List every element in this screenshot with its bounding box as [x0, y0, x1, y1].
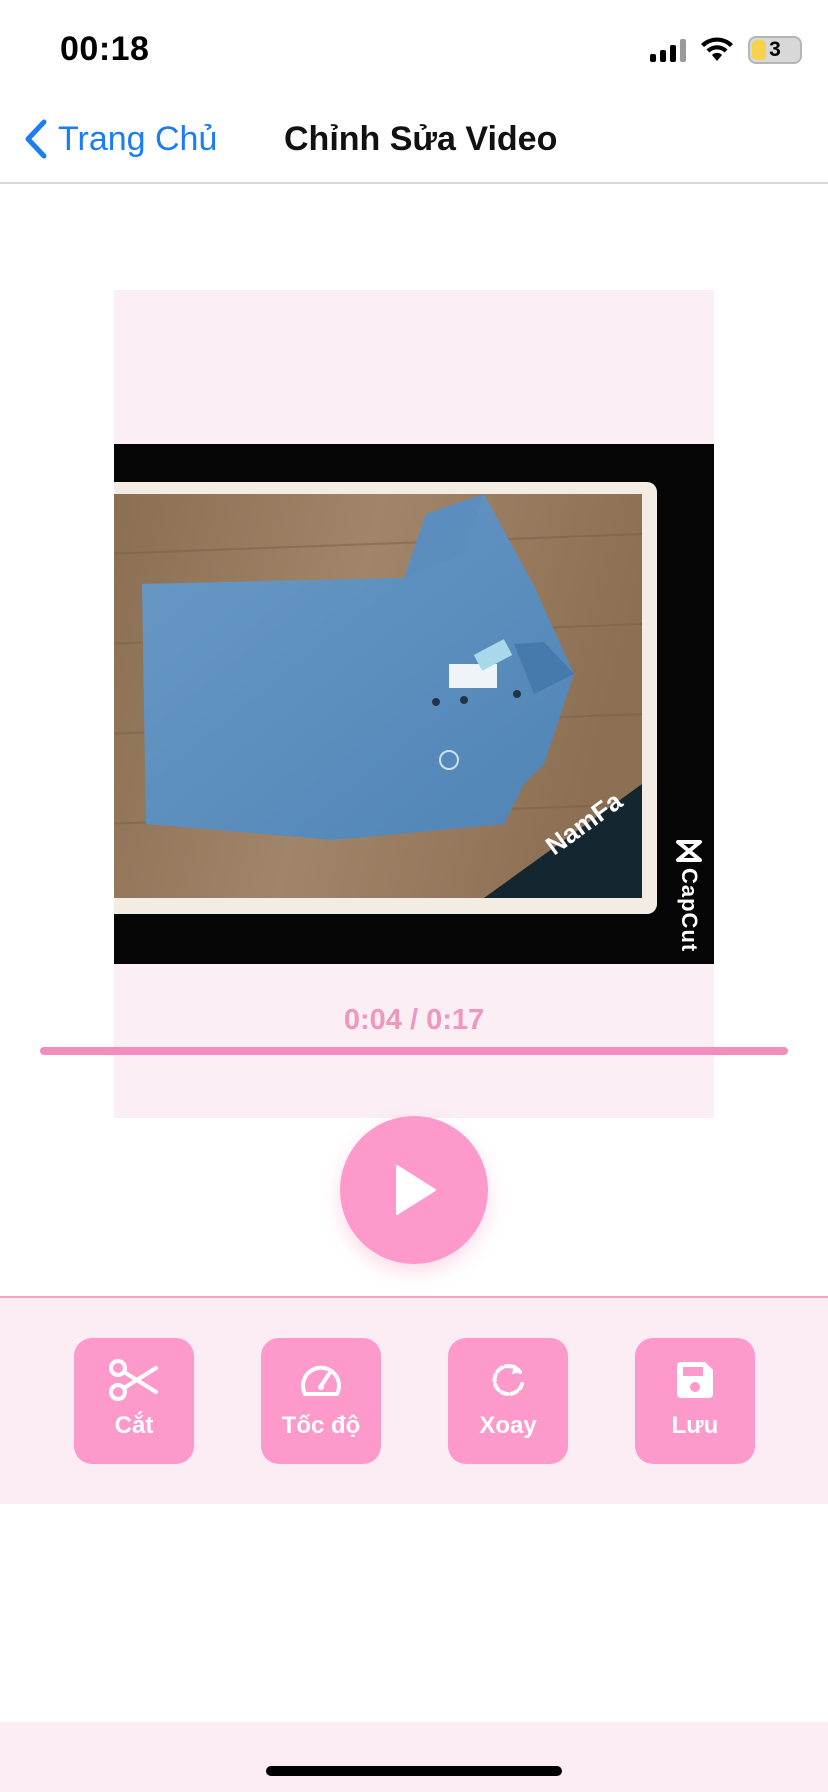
capcut-watermark: CapCut	[669, 838, 709, 952]
battery-icon: 3	[748, 36, 802, 64]
page-title: Chỉnh Sửa Video	[284, 120, 558, 158]
status-icons: 3	[650, 34, 802, 66]
video-frame-content: NamFa CapCut	[114, 444, 714, 964]
cellular-signal-icon	[650, 38, 686, 62]
play-icon	[396, 1165, 436, 1215]
speedometer-icon	[295, 1356, 347, 1404]
rotate-button[interactable]: Xoay	[448, 1338, 568, 1464]
status-time: 00:18	[60, 30, 150, 68]
status-bar: 00:18 3	[0, 0, 828, 96]
home-indicator[interactable]	[266, 1766, 562, 1776]
save-button[interactable]: Lưu	[635, 1338, 755, 1464]
wifi-icon	[701, 37, 733, 61]
battery-level-text: 3	[769, 38, 781, 61]
save-icon	[669, 1356, 721, 1404]
scissors-icon	[108, 1356, 160, 1404]
bottom-safe-area	[0, 1722, 828, 1792]
capcut-logo-icon	[676, 840, 702, 862]
back-button[interactable]: Trang Chủ	[22, 114, 217, 164]
chevron-left-icon	[25, 119, 47, 159]
back-button-label: Trang Chủ	[58, 119, 218, 158]
speed-button[interactable]: Tốc độ	[261, 1338, 381, 1464]
product-photo: NamFa	[114, 494, 642, 898]
cut-button[interactable]: Cắt	[74, 1338, 194, 1464]
edit-toolbar: Cắt Tốc độ Xoay Lưu	[0, 1296, 828, 1504]
play-button[interactable]	[340, 1116, 488, 1264]
cut-button-label: Cắt	[114, 1412, 154, 1439]
video-editor-screen: 00:18 3 Trang Chủ Chỉnh Sửa Video NamFa …	[0, 0, 828, 1792]
speed-button-label: Tốc độ	[281, 1412, 361, 1439]
navigation-bar: Trang Chủ Chỉnh Sửa Video	[0, 96, 828, 184]
video-preview[interactable]: NamFa CapCut	[114, 290, 714, 1118]
rotate-icon	[482, 1356, 534, 1404]
playback-progress-bar[interactable]	[40, 1047, 788, 1055]
rotate-button-label: Xoay	[479, 1412, 537, 1439]
playback-time: 0:04 / 0:17	[343, 1004, 485, 1036]
product-photo-card: NamFa	[114, 482, 657, 914]
save-button-label: Lưu	[671, 1412, 719, 1439]
capcut-watermark-text: CapCut	[677, 868, 702, 953]
